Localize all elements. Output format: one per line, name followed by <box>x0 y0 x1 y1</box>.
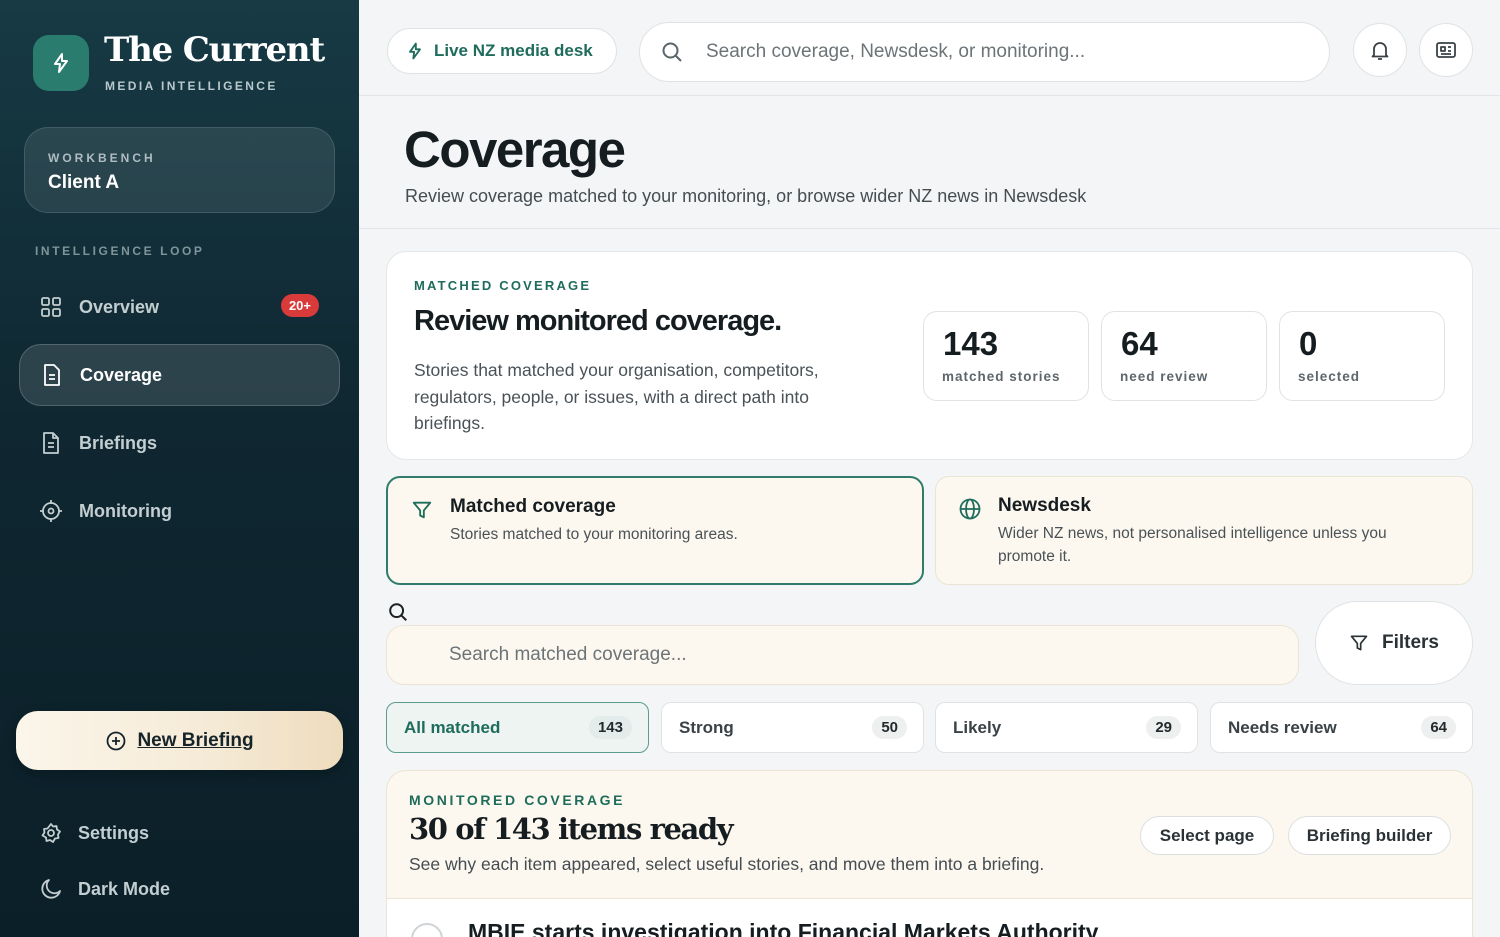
document-icon <box>39 362 65 388</box>
sidebar-item-label: Coverage <box>80 364 163 385</box>
stat-label: matched stories <box>942 369 1061 384</box>
sidebar-item-label: Monitoring <box>79 500 172 521</box>
new-briefing-label: New Briefing <box>137 729 254 751</box>
briefing-builder-button[interactable]: Briefing builder <box>1288 816 1451 855</box>
tab-count: 64 <box>1421 716 1456 739</box>
globe-icon <box>957 496 983 522</box>
notifications-button[interactable] <box>1353 23 1407 77</box>
workbench-value: Client A <box>48 172 120 193</box>
workbench-selector[interactable]: WORKBENCH Client A <box>24 127 335 213</box>
sidebar: The Current MEDIA INTELLIGENCE WORKBENCH… <box>0 0 359 937</box>
sidebar-item-label: Briefings <box>79 432 158 453</box>
stat-selected: 0 selected <box>1279 311 1445 401</box>
tab-count: 50 <box>872 716 907 739</box>
live-media-desk-button[interactable]: Live NZ media desk <box>387 28 617 74</box>
new-briefing-button[interactable]: New Briefing <box>16 711 343 770</box>
newsdesk-button[interactable] <box>1419 23 1473 77</box>
grid-icon <box>38 294 64 320</box>
stat-need-review: 64 need review <box>1101 311 1267 401</box>
newspaper-icon <box>1436 42 1456 58</box>
live-media-desk-label: Live NZ media desk <box>434 41 593 60</box>
stat-label: need review <box>1120 369 1209 384</box>
coverage-search-input[interactable] <box>386 625 1299 685</box>
workbench-label: WORKBENCH <box>48 151 156 165</box>
topbar: Live NZ media desk <box>359 0 1500 96</box>
tab-count: 143 <box>588 716 632 739</box>
search-icon <box>660 39 686 65</box>
mode-title: Matched coverage <box>450 496 616 517</box>
brand-name: The Current <box>104 30 325 70</box>
global-search-input[interactable] <box>706 41 1266 63</box>
plus-circle-icon <box>105 730 127 752</box>
filter-icon <box>1349 632 1371 654</box>
mode-matched-coverage[interactable]: Matched coverage Stories matched to your… <box>386 476 924 585</box>
settings-icon <box>38 820 64 846</box>
nav-section-label: INTELLIGENCE LOOP <box>35 244 205 258</box>
tab-label: Needs review <box>1228 717 1337 737</box>
stat-value: 64 <box>1121 325 1158 362</box>
bell-icon <box>1371 42 1389 60</box>
tab-count: 29 <box>1146 716 1181 739</box>
dark-mode-toggle[interactable]: Dark Mode <box>38 876 170 902</box>
notification-badge: 20+ <box>280 294 319 317</box>
mode-title: Newsdesk <box>998 495 1091 516</box>
filters-label: Filters <box>1381 632 1440 653</box>
monitored-coverage-panel: MONITORED COVERAGE 30 of 143 items ready… <box>386 770 1473 937</box>
settings-label: Settings <box>78 822 150 843</box>
story-select-checkbox[interactable] <box>411 923 443 937</box>
select-page-button[interactable]: Select page <box>1140 816 1274 855</box>
monitored-eyebrow: MONITORED COVERAGE <box>409 792 626 808</box>
matched-coverage-summary: MATCHED COVERAGE Review monitored covera… <box>386 251 1473 460</box>
mode-description: Stories matched to your monitoring areas… <box>450 526 738 543</box>
stat-matched-stories: 143 matched stories <box>923 311 1089 401</box>
summary-description: Stories that matched your organisation, … <box>414 360 819 433</box>
stat-label: selected <box>1298 369 1361 384</box>
stat-value: 143 <box>943 325 999 362</box>
lightning-icon <box>405 41 425 61</box>
mode-description: Wider NZ news, not personalised intellig… <box>998 525 1387 565</box>
dark-mode-label: Dark Mode <box>78 878 171 899</box>
stat-value: 0 <box>1299 325 1318 362</box>
monitored-description: See why each item appeared, select usefu… <box>409 854 1045 874</box>
search-icon <box>389 603 407 621</box>
filters-button[interactable]: Filters <box>1315 601 1473 685</box>
logo-badge[interactable] <box>33 35 89 91</box>
story-title[interactable]: MBIE starts investigation into Financial… <box>468 919 1098 937</box>
filter-icon <box>409 497 435 523</box>
tab-all-matched[interactable]: All matched 143 <box>386 702 649 753</box>
sidebar-item-label: Overview <box>79 296 160 317</box>
summary-eyebrow: MATCHED COVERAGE <box>414 278 592 293</box>
lightning-icon <box>54 53 68 73</box>
summary-title: Review monitored coverage. <box>414 305 782 337</box>
sidebar-item-overview[interactable]: Overview 20+ <box>19 276 340 338</box>
page-subtitle: Review coverage matched to your monitori… <box>405 186 1087 206</box>
tab-likely[interactable]: Likely 29 <box>935 702 1198 753</box>
sidebar-item-coverage[interactable]: Coverage <box>19 344 340 406</box>
tab-label: Strong <box>679 717 734 737</box>
mode-newsdesk[interactable]: Newsdesk Wider NZ news, not personalised… <box>935 476 1473 585</box>
tab-strong[interactable]: Strong 50 <box>661 702 924 753</box>
tab-label: All matched <box>404 717 501 737</box>
header-divider <box>359 228 1500 229</box>
page-title: Coverage <box>404 121 626 178</box>
target-icon <box>38 498 64 524</box>
moon-icon <box>38 876 64 902</box>
tab-needs-review[interactable]: Needs review 64 <box>1210 702 1473 753</box>
monitored-title: 30 of 143 items ready <box>409 812 734 846</box>
sidebar-item-briefings[interactable]: Briefings <box>19 412 340 474</box>
settings-link[interactable]: Settings <box>38 820 149 846</box>
global-search[interactable] <box>639 22 1330 82</box>
tab-label: Likely <box>953 717 1002 737</box>
sidebar-item-monitoring[interactable]: Monitoring <box>19 480 340 542</box>
story-row[interactable]: MBIE starts investigation into Financial… <box>387 899 1472 937</box>
brand-tagline: MEDIA INTELLIGENCE <box>105 79 278 93</box>
file-text-icon <box>38 430 64 456</box>
